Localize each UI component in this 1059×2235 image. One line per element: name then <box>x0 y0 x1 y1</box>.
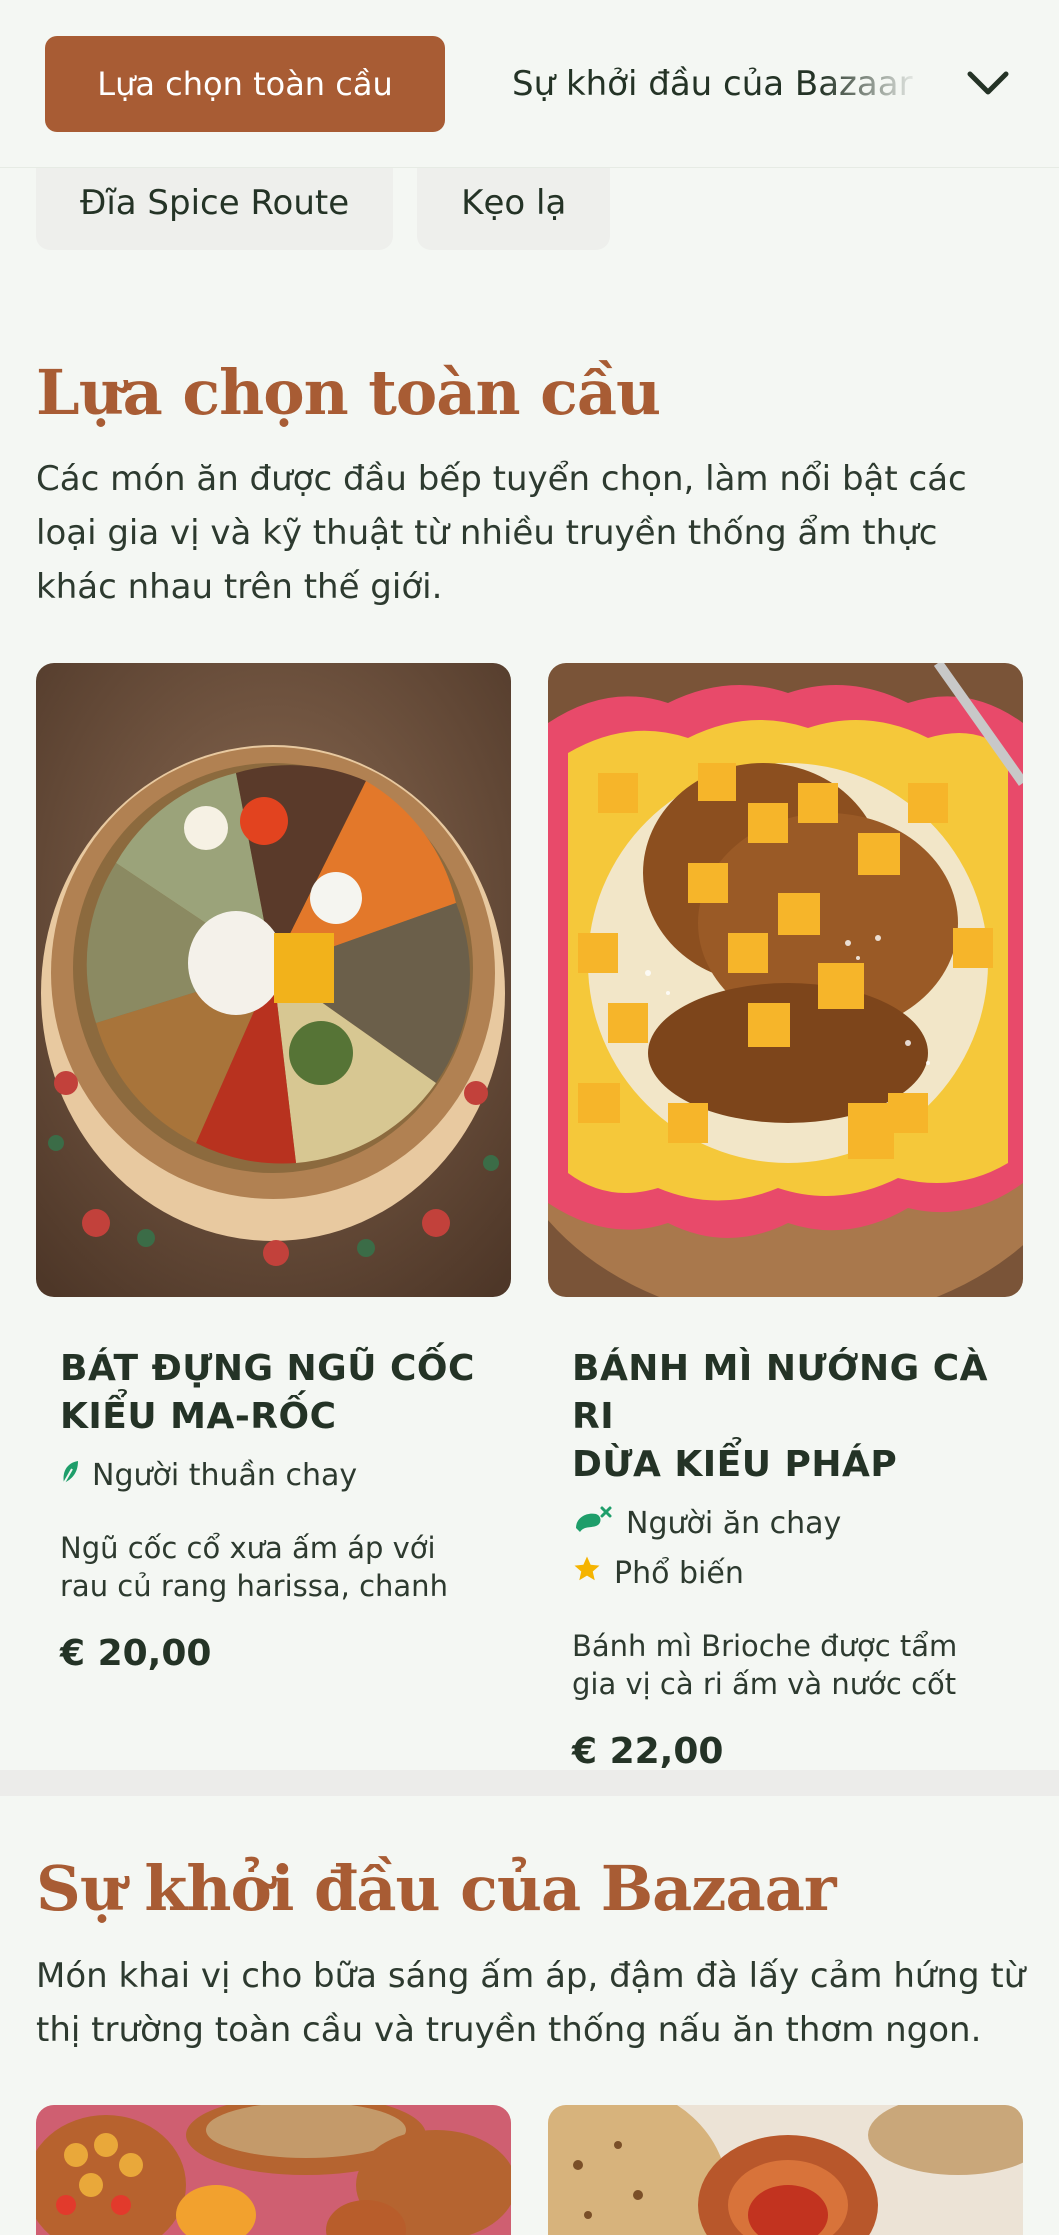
menu-item-price: € 20,00 <box>60 1633 212 1674</box>
tag-label: Người thuần chay <box>92 1457 358 1493</box>
menu-item-card[interactable]: BÁT ĐỰNG NGŨ CỐC KIỂU MA-RỐC Người thuần… <box>36 663 511 1674</box>
section-description: Các món ăn được đầu bếp tuyển chọn, làm … <box>36 459 967 607</box>
category-bar: Lựa chọn toàn cầu Sự khởi đầu của Bazaar <box>0 0 1059 168</box>
menu-item-name: BÁNH MÌ NƯỚNG CÀ RI DỪA KIỂU PHÁP <box>572 1348 988 1485</box>
dietary-tag: Người thuần chay <box>60 1457 487 1493</box>
chevron-down-icon[interactable] <box>958 58 1018 110</box>
dietary-tag: Người ăn chay <box>572 1505 999 1541</box>
market-spread-image[interactable] <box>36 2105 511 2235</box>
no-meat-icon <box>572 1504 614 1542</box>
category-tab-active[interactable]: Lựa chọn toàn cầu <box>45 36 445 132</box>
section-title: Lựa chọn toàn cầu <box>36 356 661 429</box>
menu-item-name: BÁT ĐỰNG NGŨ CỐC KIỂU MA-RỐC <box>60 1348 475 1437</box>
tag-label: Phổ biến <box>614 1555 744 1591</box>
menu-item-description: Bánh mì Brioche được tẩm gia vị cà ri ấm… <box>572 1629 958 1701</box>
section-divider <box>0 1770 1059 1796</box>
grain-bowl-image <box>36 663 511 1297</box>
popular-tag: Phổ biến <box>572 1555 999 1591</box>
star-icon <box>572 1554 602 1592</box>
category-tab-next[interactable]: Sự khởi đầu của Bazaar <box>512 36 922 132</box>
section-title: Sự khởi đầu của Bazaar <box>36 1852 837 1925</box>
tag-label: Người ăn chay <box>626 1505 842 1541</box>
menu-item-price: € 22,00 <box>572 1731 724 1772</box>
flatbread-image[interactable] <box>548 2105 1023 2235</box>
menu-item-description: Ngũ cốc cổ xưa ấm áp với rau củ rang har… <box>60 1531 448 1603</box>
leaf-icon <box>60 1458 80 1493</box>
french-toast-image <box>548 663 1023 1297</box>
section-description: Món khai vị cho bữa sáng ấm áp, đậm đà l… <box>36 1956 1026 2050</box>
menu-item-card[interactable]: BÁNH MÌ NƯỚNG CÀ RI DỪA KIỂU PHÁP Người … <box>548 663 1023 1772</box>
